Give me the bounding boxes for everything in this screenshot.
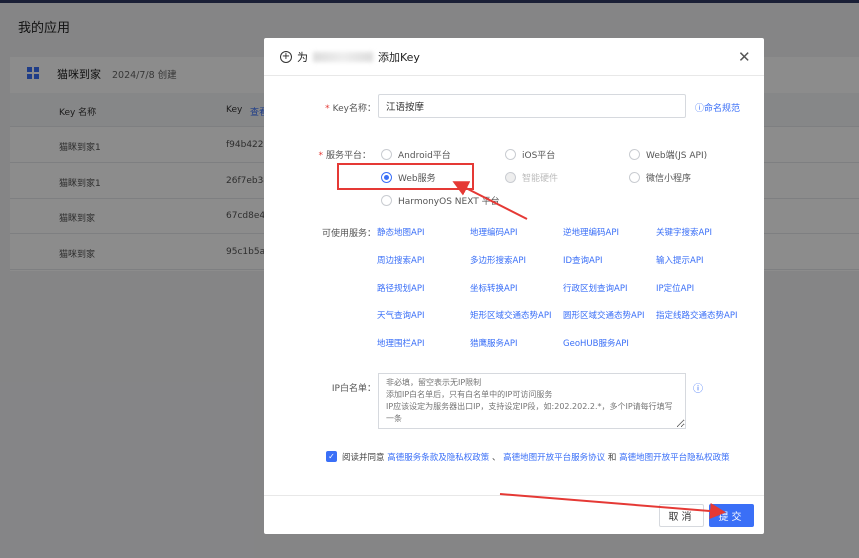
annotation-arrows [452,181,726,520]
arrow-to-submit [499,493,726,520]
arrow-to-web-service [452,181,528,220]
